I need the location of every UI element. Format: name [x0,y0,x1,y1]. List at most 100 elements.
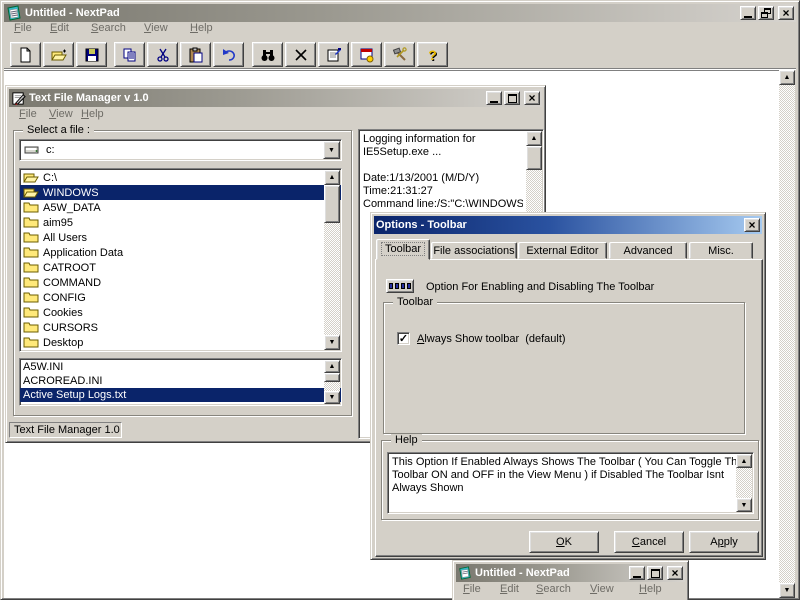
cancel-button[interactable]: Cancel [614,531,684,553]
folder-icon [23,306,39,319]
main-titlebar[interactable]: Untitled - NextPad × [4,4,796,22]
scroll-thumb[interactable] [324,373,340,382]
folder-icon [23,291,39,304]
fm-menu-view[interactable]: View [49,108,73,120]
tab-advanced[interactable]: Advanced [609,242,687,259]
editor-vscrollbar[interactable]: ▲ ▼ [779,70,795,598]
new-icon[interactable] [10,42,41,67]
cut-icon[interactable] [147,42,178,67]
log-line: Date:1/13/2001 (M/D/Y) [363,172,523,185]
close-button[interactable]: × [778,6,794,20]
open-icon[interactable] [43,42,74,67]
folder-icon [23,336,39,349]
folder-item[interactable]: C:\ [20,170,341,185]
main-window-title: Untitled - NextPad [25,7,737,19]
folder-item[interactable]: CONFIG [20,290,341,305]
tab-misc[interactable]: Misc. [689,242,753,259]
scroll-down-icon[interactable]: ▼ [779,583,795,598]
scroll-down-icon[interactable]: ▼ [324,391,340,404]
menu-help[interactable]: Help [190,22,213,34]
folder-item[interactable]: COMMAND [20,275,341,290]
file-manager-title: Text File Manager v 1.0 [29,92,483,104]
folder-item[interactable]: CATROOT [20,260,341,275]
tab-external-editor[interactable]: External Editor [518,242,607,259]
folder-icon [23,201,39,214]
scroll-up-icon[interactable]: ▲ [779,70,795,85]
bg-minimize-button[interactable] [629,566,645,580]
delete-icon[interactable] [285,42,316,67]
file-item[interactable]: ACROREAD.INI [20,374,341,388]
menu-search[interactable]: Search [91,22,126,34]
file-list-scrollbar[interactable]: ▲ ▼ [324,360,340,404]
drive-dropdown-icon[interactable]: ▼ [323,141,340,159]
options-close-button[interactable]: × [744,218,760,232]
scroll-down-icon[interactable]: ▼ [324,335,340,350]
file-item-selected[interactable]: Active Setup Logs.txt [20,388,341,402]
tab-toolbar[interactable]: Toolbar [376,239,430,260]
help-group-label: Help [391,434,422,446]
bg-menu-help[interactable]: Help [639,583,662,595]
bg-maximize-button[interactable] [647,566,663,580]
menu-edit[interactable]: Edit [50,22,69,34]
bg-close-button[interactable]: × [667,566,683,580]
find-icon[interactable] [252,42,283,67]
drive-combobox[interactable]: c: ▼ [19,139,342,161]
scroll-thumb[interactable] [324,185,340,223]
bg-menu-search[interactable]: Search [536,583,571,595]
paste-icon[interactable] [180,42,211,67]
background-titlebar[interactable]: Untitled - NextPad × [456,564,685,582]
nextpad-app-icon [6,5,22,21]
view-options-icon[interactable] [351,42,382,67]
copy-icon[interactable] [114,42,145,67]
help-scrollbar[interactable]: ▲ ▼ [736,454,752,512]
folder-item[interactable]: Cookies [20,305,341,320]
scroll-up-icon[interactable]: ▲ [526,131,542,146]
folder-item[interactable]: Desktop [20,335,341,350]
options-dialog: Options - Toolbar × Toolbar File associa… [370,212,766,560]
help-textbox[interactable]: This Option If Enabled Always Shows The … [387,452,754,514]
properties-icon[interactable] [318,42,349,67]
file-manager-titlebar[interactable]: Text File Manager v 1.0 × [9,89,542,107]
fm-minimize-button[interactable] [486,91,502,105]
apply-button[interactable]: Apply [689,531,759,553]
folder-item[interactable]: Application Data [20,245,341,260]
fm-menu-file[interactable]: File [19,108,37,120]
fm-maximize-button[interactable] [504,91,520,105]
folder-item[interactable]: A5W_DATA [20,200,341,215]
folder-list[interactable]: C:\ WINDOWS A5W_DATA aim95 All Users App… [19,168,342,352]
always-show-toolbar-label[interactable]: Always Show toolbar (default) [417,333,566,345]
log-line: Time:21:31:27 [363,185,523,198]
folder-item[interactable]: aim95 [20,215,341,230]
bg-menu-view[interactable]: View [590,583,614,595]
always-show-toolbar-checkbox[interactable]: ✓ [397,332,410,345]
folder-item[interactable]: All Users [20,230,341,245]
undo-icon[interactable] [213,42,244,67]
save-icon[interactable] [76,42,107,67]
file-list[interactable]: A5W.INI ACROREAD.INI Active Setup Logs.t… [19,358,342,406]
menu-file[interactable]: File [14,22,32,34]
tools-icon[interactable] [384,42,415,67]
options-header-text: Option For Enabling and Disabling The To… [426,281,654,293]
scroll-up-icon[interactable]: ▲ [324,360,340,373]
fm-menu-help[interactable]: Help [81,108,104,120]
options-titlebar[interactable]: Options - Toolbar × [374,216,762,234]
scroll-up-icon[interactable]: ▲ [736,454,752,468]
folder-item[interactable]: CURSORS [20,320,341,335]
scroll-down-icon[interactable]: ▼ [736,498,752,512]
file-item[interactable]: A5W.INI [20,360,341,374]
folder-list-scrollbar[interactable]: ▲ ▼ [324,170,340,350]
tab-file-associations[interactable]: File associations [431,242,517,259]
minimize-button[interactable] [740,6,756,20]
menu-view[interactable]: View [144,22,168,34]
scroll-thumb[interactable] [526,146,542,170]
scroll-up-icon[interactable]: ▲ [324,170,340,185]
ok-button[interactable]: OK [529,531,599,553]
bg-menu-file[interactable]: File [463,583,481,595]
restore-button[interactable] [758,6,774,20]
screen: Untitled - NextPad × File Edit Search Vi… [0,0,800,600]
folder-item-selected[interactable]: WINDOWS [20,185,341,200]
fm-close-button[interactable]: × [524,91,540,105]
help-icon[interactable]: ? [417,42,448,67]
bg-menubar: File Edit Search View Help [456,583,685,599]
bg-menu-edit[interactable]: Edit [500,583,519,595]
